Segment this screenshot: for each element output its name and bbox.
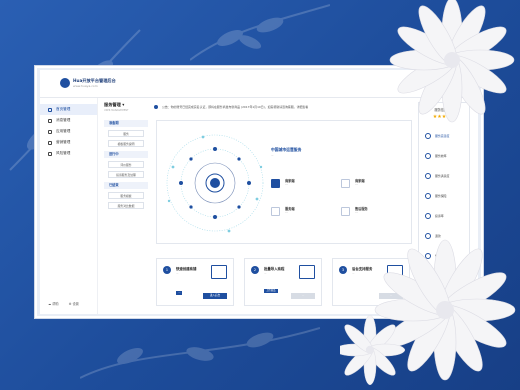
support-icon — [341, 207, 350, 216]
enter-backend-button[interactable]: 进入后台 — [203, 293, 227, 299]
message-icon — [48, 118, 52, 123]
step-desc: … — [264, 272, 267, 275]
feature-desc: … — [285, 211, 288, 214]
sub-nav-item[interactable]: 评价服务 — [108, 161, 144, 168]
help-button[interactable]: ☁ 帮助 — [48, 301, 59, 306]
feature-item[interactable]: 售后服务 … — [341, 205, 401, 227]
sidebar-item-label: 消息管理 — [56, 118, 71, 122]
hero-description: … — [271, 154, 274, 157]
sidebar-item-marketing[interactable]: 营销管理 — [40, 137, 97, 148]
settings-label: 设置 — [72, 302, 79, 306]
grid-icon — [271, 179, 280, 188]
credit-item[interactable]: 服务效率 — [425, 153, 447, 159]
sidebar-item-home[interactable]: 首页管理 — [40, 104, 97, 115]
sidebar-footer: ☁ 帮助 ⚙ 设置 — [48, 301, 79, 306]
brand-logo — [60, 78, 70, 88]
sub-nav-title[interactable]: 服务管理 ▾ — [104, 102, 148, 108]
monitor-icon — [341, 179, 350, 188]
import-button[interactable]: … — [291, 293, 315, 299]
home-icon — [48, 107, 52, 112]
sub-section-progress[interactable]: 进行中 — [104, 151, 148, 158]
network-graphic — [166, 134, 264, 233]
sidebar-item-risk[interactable]: 风险管理 — [40, 148, 97, 159]
credit-item[interactable]: 服务满意度 — [425, 173, 449, 179]
feature-item[interactable]: 商家端 … — [341, 177, 401, 199]
feature-desc: … — [285, 183, 288, 186]
app-icon — [48, 129, 52, 134]
credit-item[interactable]: 服务保障 — [425, 193, 447, 199]
step-card[interactable]: 2 批量导入商程 … 上传商品 … — [244, 258, 322, 306]
sidebar-item-messages[interactable]: 消息管理 — [40, 115, 97, 126]
sidebar-item-label: 应用管理 — [56, 129, 71, 133]
step-tag: … — [176, 291, 183, 295]
feature-item[interactable]: 服务端 … — [271, 205, 331, 227]
settings-button[interactable]: ⚙ 设置 — [69, 301, 79, 306]
step-title: 快速创建商铺 — [176, 267, 197, 271]
feature-desc: … — [355, 211, 358, 214]
sidebar-item-label: 首页管理 — [56, 107, 71, 111]
sub-nav-item[interactable]: 服务对比数据 — [108, 202, 144, 209]
smile-icon — [425, 173, 431, 179]
flower-decoration-bottom — [340, 239, 516, 386]
credit-item[interactable]: 投诉率 — [425, 213, 444, 219]
sub-section-prep[interactable]: 准备期 — [104, 120, 148, 127]
import-icon — [299, 265, 315, 279]
clock-icon — [425, 153, 431, 159]
brand-subtitle: www.huaya.com — [73, 84, 98, 88]
alert-icon — [425, 213, 431, 219]
help-label: 帮助 — [52, 302, 59, 306]
sidebar-item-label: 营销管理 — [56, 140, 71, 144]
feature-item[interactable]: 商家端 … — [271, 177, 331, 199]
info-icon — [154, 104, 158, 109]
sub-section-ended[interactable]: 已结束 — [104, 182, 148, 189]
step-card[interactable]: 1 快速创建商铺 … … 进入后台 — [156, 258, 234, 306]
step-title: 批量导入商程 — [264, 267, 285, 271]
gear-icon — [271, 207, 280, 216]
sidebar-item-label: 风险管理 — [56, 151, 71, 155]
leaf-decoration-top — [190, 4, 330, 61]
sub-nav-item[interactable]: 投诉服务及处理 — [108, 171, 144, 178]
document-icon — [211, 265, 227, 279]
sidebar: 首页管理 消息管理 应用管理 营销管理 风险管理 ☁ 帮助 ⚙ 设置 — [40, 98, 98, 314]
step-desc: … — [176, 272, 179, 275]
leaf-decoration-bottom — [80, 327, 320, 379]
shield-icon — [425, 193, 431, 199]
feature-desc: … — [355, 183, 358, 186]
hero-title: 中国城市运营服务 — [271, 147, 302, 152]
step-number: 1 — [163, 266, 171, 274]
sidebar-item-apps[interactable]: 应用管理 — [40, 126, 97, 137]
step-number: 2 — [251, 266, 259, 274]
sub-nav-item[interactable]: 服务模板 — [108, 192, 144, 199]
shield-icon — [48, 151, 52, 156]
marketing-icon — [48, 140, 52, 145]
step-tag[interactable]: 上传商品 — [264, 289, 278, 293]
flower-decoration-top — [389, 0, 515, 123]
sub-nav-item[interactable]: 服务 — [108, 130, 144, 137]
sub-nav-item[interactable]: 模板服务说明 — [108, 140, 144, 147]
sub-navigation: 服务管理 ▾ USER MANAGEMENT 准备期 服务 模板服务说明 进行中… — [104, 102, 148, 302]
notice-text: 公告：你的账号已经完成实名认证，即将在服务商发布新商品 (2017年1月10日)… — [162, 104, 309, 109]
